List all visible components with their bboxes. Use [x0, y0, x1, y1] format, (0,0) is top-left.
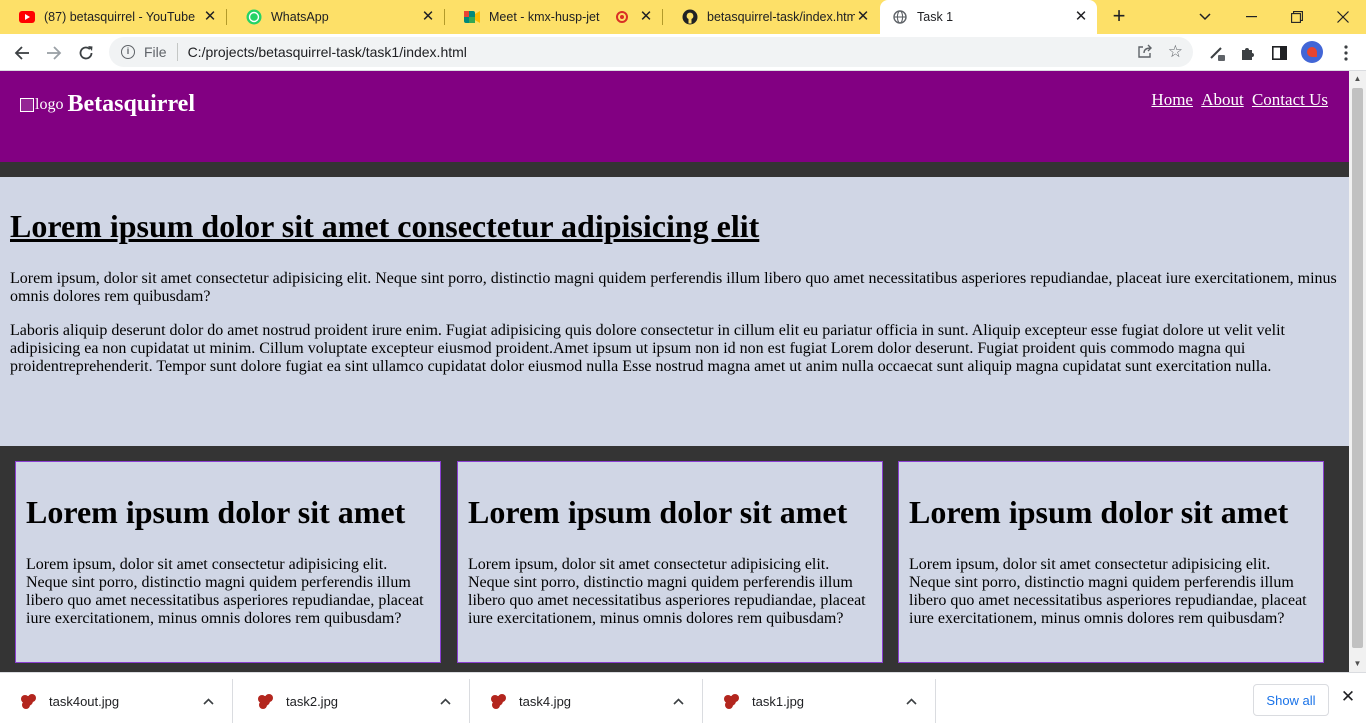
- hero-title: Lorem ipsum dolor sit amet consectetur a…: [10, 208, 760, 244]
- download-filename: task2.jpg: [286, 693, 339, 709]
- scheme-label: File: [144, 44, 167, 60]
- main-nav: Home About Contact Us: [1147, 90, 1328, 110]
- download-item[interactable]: task1.jpg: [703, 679, 936, 723]
- tab-task1-active[interactable]: Task 1 ✕: [880, 0, 1097, 34]
- browser-toolbar: i File C:/projects/betasquirrel-task/tas…: [0, 34, 1366, 71]
- minimize-window-button[interactable]: [1228, 0, 1274, 34]
- tab-title: Meet - kmx-husp-jet: [489, 10, 600, 24]
- image-file-icon: [490, 693, 506, 709]
- scrollbar-thumb[interactable]: [1352, 88, 1363, 648]
- tab-title: Task 1: [917, 10, 954, 24]
- card-text: Lorem ipsum, dolor sit amet consectetur …: [468, 556, 866, 627]
- side-panel-icon[interactable]: [1265, 39, 1293, 67]
- card-text: Lorem ipsum, dolor sit amet consectetur …: [909, 556, 1307, 627]
- tab-title: WhatsApp: [271, 10, 329, 24]
- tab-title: betasquirrel-task/index.html: [707, 10, 855, 24]
- nav-link-contact-us[interactable]: Contact Us: [1252, 90, 1328, 109]
- new-tab-button[interactable]: +: [1107, 5, 1131, 29]
- extensions-puzzle-icon[interactable]: [1234, 39, 1262, 67]
- close-tab-icon[interactable]: ✕: [638, 9, 654, 25]
- broken-image-icon: [20, 97, 34, 112]
- github-icon: [682, 9, 698, 25]
- close-shelf-icon[interactable]: ✕: [1338, 687, 1358, 711]
- tab-strip: (87) betasquirrel - YouTube ✕ WhatsApp ✕…: [0, 0, 1366, 34]
- card-title: Lorem ipsum dolor sit amet: [468, 494, 848, 530]
- close-tab-icon[interactable]: ✕: [1073, 9, 1089, 25]
- image-file-icon: [257, 693, 273, 709]
- download-filename: task1.jpg: [752, 693, 805, 709]
- card-title: Lorem ipsum dolor sit amet: [909, 494, 1289, 530]
- divider: [176, 43, 178, 61]
- download-filename: task4.jpg: [519, 693, 572, 709]
- card: Lorem ipsum dolor sit amet Lorem ipsum, …: [898, 461, 1324, 663]
- forward-button[interactable]: [40, 39, 68, 67]
- vertical-scrollbar[interactable]: ▲ ▼: [1349, 71, 1366, 672]
- reload-button[interactable]: [72, 39, 100, 67]
- tab-whatsapp[interactable]: WhatsApp ✕: [227, 0, 444, 34]
- close-tab-icon[interactable]: ✕: [202, 9, 218, 25]
- restore-window-button[interactable]: [1274, 0, 1320, 34]
- share-icon[interactable]: [1137, 44, 1153, 62]
- tab-search-chevron-icon[interactable]: [1182, 0, 1228, 34]
- download-filename: task4out.jpg: [49, 693, 120, 709]
- image-file-icon: [20, 693, 36, 709]
- chevron-up-icon[interactable]: [198, 694, 218, 708]
- logo-alt-text: logo: [35, 95, 64, 113]
- youtube-icon: [19, 9, 35, 25]
- hero-paragraph: Laboris aliquip deserunt dolor do amet n…: [10, 322, 1285, 375]
- edit-extension-icon[interactable]: [1203, 39, 1231, 67]
- url-text[interactable]: C:/projects/betasquirrel-task/task1/inde…: [188, 44, 467, 60]
- scroll-up-arrow-icon[interactable]: ▲: [1352, 73, 1363, 85]
- recording-indicator-icon: [616, 11, 628, 23]
- hero-paragraph: Lorem ipsum, dolor sit amet consectetur …: [10, 270, 1337, 305]
- nav-link-home[interactable]: Home: [1151, 90, 1193, 109]
- card-text: Lorem ipsum, dolor sit amet consectetur …: [26, 556, 424, 627]
- page-viewport: logo Betasquirrel Home About Contact Us …: [0, 71, 1366, 672]
- brand-name: Betasquirrel: [67, 91, 195, 117]
- profile-avatar[interactable]: [1301, 41, 1323, 63]
- card: Lorem ipsum dolor sit amet Lorem ipsum, …: [457, 461, 883, 663]
- close-tab-icon[interactable]: ✕: [855, 9, 871, 25]
- download-item[interactable]: task4out.jpg: [0, 679, 233, 723]
- download-item[interactable]: task4.jpg: [470, 679, 703, 723]
- google-meet-icon: [464, 9, 480, 25]
- scroll-down-arrow-icon[interactable]: ▼: [1352, 658, 1363, 670]
- tab-title: (87) betasquirrel - YouTube: [44, 10, 196, 24]
- tab-meet[interactable]: Meet - kmx-husp-jet ✕: [445, 0, 662, 34]
- tab-youtube[interactable]: (87) betasquirrel - YouTube ✕: [0, 0, 226, 34]
- browser-menu-icon[interactable]: [1332, 39, 1360, 67]
- logo-image-broken: logo: [20, 96, 63, 114]
- site-header: logo Betasquirrel Home About Contact Us: [0, 71, 1349, 162]
- whatsapp-icon: [246, 9, 262, 25]
- close-window-button[interactable]: [1320, 0, 1366, 34]
- chevron-up-icon[interactable]: [901, 694, 921, 708]
- header-divider-band: [0, 162, 1349, 177]
- chevron-up-icon[interactable]: [668, 694, 688, 708]
- bookmark-star-icon[interactable]: ☆: [1168, 42, 1183, 62]
- download-item[interactable]: task2.jpg: [237, 679, 470, 723]
- chevron-up-icon[interactable]: [435, 694, 455, 708]
- cards-section: Lorem ipsum dolor sit amet Lorem ipsum, …: [0, 446, 1349, 672]
- brand[interactable]: logo Betasquirrel: [20, 91, 195, 118]
- site-info-icon[interactable]: i: [121, 45, 135, 59]
- close-tab-icon[interactable]: ✕: [420, 9, 436, 25]
- download-shelf: task4out.jpg task2.jpg task4.jpg task1.j…: [0, 672, 1366, 728]
- show-all-downloads-button[interactable]: Show all: [1253, 684, 1329, 716]
- address-bar[interactable]: i File C:/projects/betasquirrel-task/tas…: [109, 37, 1193, 67]
- globe-icon: [892, 9, 908, 25]
- image-file-icon: [723, 693, 739, 709]
- back-button[interactable]: [8, 39, 36, 67]
- nav-link-about[interactable]: About: [1201, 90, 1244, 109]
- hero-section: Lorem ipsum dolor sit amet consectetur a…: [0, 177, 1349, 446]
- card-title: Lorem ipsum dolor sit amet: [26, 494, 406, 530]
- card: Lorem ipsum dolor sit amet Lorem ipsum, …: [15, 461, 441, 663]
- tab-github[interactable]: betasquirrel-task/index.html ✕: [663, 0, 879, 34]
